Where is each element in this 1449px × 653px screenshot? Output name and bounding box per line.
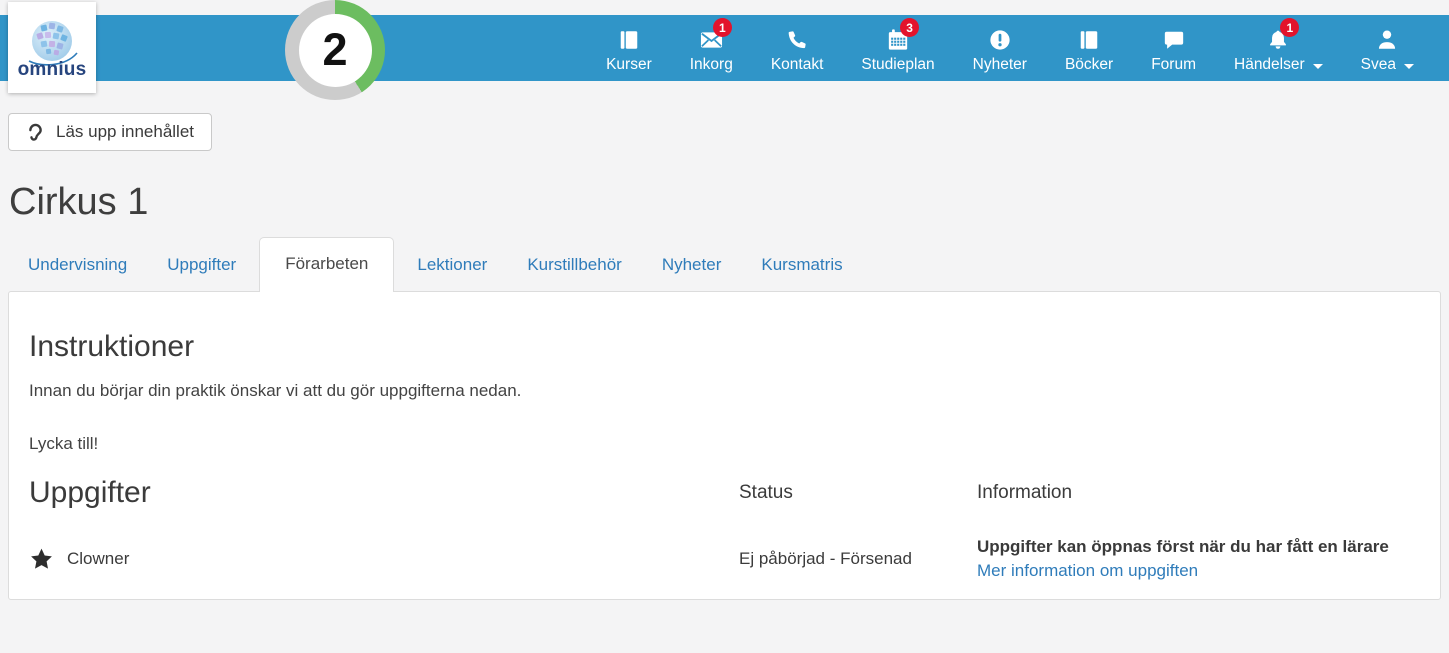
tab-content-panel: Instruktioner Innan du börjar din prakti… (8, 291, 1441, 600)
chevron-down-icon (1404, 63, 1414, 69)
chat-bubble-icon (1163, 27, 1185, 52)
exclamation-circle-icon (989, 27, 1011, 52)
nav-item-studieplan[interactable]: 3 Studieplan (842, 15, 953, 74)
nav-label: Kontakt (770, 56, 824, 73)
assignments-title: Uppgifter (29, 476, 151, 509)
nav-item-user-svea[interactable]: Svea (1342, 15, 1433, 74)
progress-ring: 2 (285, 0, 385, 100)
nav-item-bocker[interactable]: Böcker (1046, 15, 1132, 74)
assignment-information-cell: Uppgifter kan öppnas först när du har få… (977, 537, 1420, 581)
nav-item-kurser[interactable]: Kurser (587, 15, 671, 74)
nav-item-handelser[interactable]: 1 Händelser (1215, 15, 1342, 74)
calendar-icon: 3 (887, 18, 920, 52)
navbar-menu: Kurser 1 Inkorg Kontakt 3 Studieplan Nyh… (587, 15, 1433, 81)
tab-undervisning[interactable]: Undervisning (8, 239, 147, 292)
instructions-title: Instruktioner (29, 330, 195, 363)
envelope-icon: 1 (700, 18, 732, 52)
ear-icon (29, 123, 42, 141)
nav-item-inkorg[interactable]: 1 Inkorg (671, 15, 752, 74)
instructions-paragraph: Innan du börjar din praktik önskar vi at… (29, 381, 522, 400)
nav-label: Forum (1151, 56, 1196, 73)
status-column-header: Status (739, 482, 793, 503)
read-aloud-label: Läs upp innehållet (56, 122, 195, 141)
assignment-name: Clowner (67, 549, 130, 568)
chevron-down-icon (1312, 63, 1323, 69)
tab-kursmatris[interactable]: Kursmatris (741, 239, 862, 292)
nav-item-nyheter[interactable]: Nyheter (954, 15, 1046, 74)
progress-value: 2 (298, 13, 372, 87)
bell-icon: 1 (1267, 18, 1300, 52)
nav-label: Böcker (1064, 56, 1114, 73)
notification-badge: 1 (712, 18, 732, 37)
instructions-closing: Lycka till! (29, 434, 99, 453)
assignment-information: Uppgifter kan öppnas först när du har få… (977, 537, 1389, 556)
omnius-logo[interactable]: omnius (8, 2, 96, 93)
nav-label: Studieplan (861, 56, 935, 73)
nav-item-forum[interactable]: Forum (1132, 15, 1215, 74)
star-icon[interactable] (29, 547, 54, 571)
tab-forarbeten-active[interactable]: Förarbeten (259, 237, 395, 292)
assignment-row: Clowner Ej påbörjad - Försenad Uppgifter… (29, 537, 1420, 581)
nav-label: Händelser (1234, 56, 1323, 74)
course-main: Undervisning Uppgifter Förarbeten Lektio… (8, 237, 1441, 600)
assignments-header-row: Uppgifter Status Information (29, 476, 1420, 510)
assignment-name-cell: Clowner (29, 547, 739, 571)
tab-kurstillbehor[interactable]: Kurstillbehör (507, 239, 642, 292)
brand-name: omnius (17, 58, 87, 80)
tab-nyheter[interactable]: Nyheter (642, 239, 742, 292)
nav-label: Kurser (606, 56, 652, 73)
information-column-header: Information (977, 482, 1073, 503)
nav-label: Inkorg (689, 56, 733, 73)
nav-label: Nyheter (972, 56, 1027, 73)
book-icon (618, 27, 640, 52)
course-tabs: Undervisning Uppgifter Förarbeten Lektio… (8, 237, 1441, 292)
assignment-status: Ej påbörjad - Försenad (739, 549, 912, 568)
nav-label: Svea (1361, 56, 1414, 74)
notification-badge: 3 (900, 18, 920, 37)
notification-badge: 1 (1280, 18, 1300, 37)
phone-icon (786, 27, 808, 52)
user-icon (1376, 27, 1398, 52)
top-navbar: Kurser 1 Inkorg Kontakt 3 Studieplan Nyh… (0, 15, 1449, 81)
read-aloud-button[interactable]: Läs upp innehållet (8, 113, 213, 151)
nav-item-kontakt[interactable]: Kontakt (752, 15, 843, 74)
tab-lektioner[interactable]: Lektioner (397, 239, 507, 292)
book-icon (1078, 27, 1100, 52)
tab-uppgifter[interactable]: Uppgifter (147, 239, 256, 292)
page-title: Cirkus 1 (9, 181, 149, 223)
more-information-link[interactable]: Mer information om uppgiften (977, 561, 1198, 581)
